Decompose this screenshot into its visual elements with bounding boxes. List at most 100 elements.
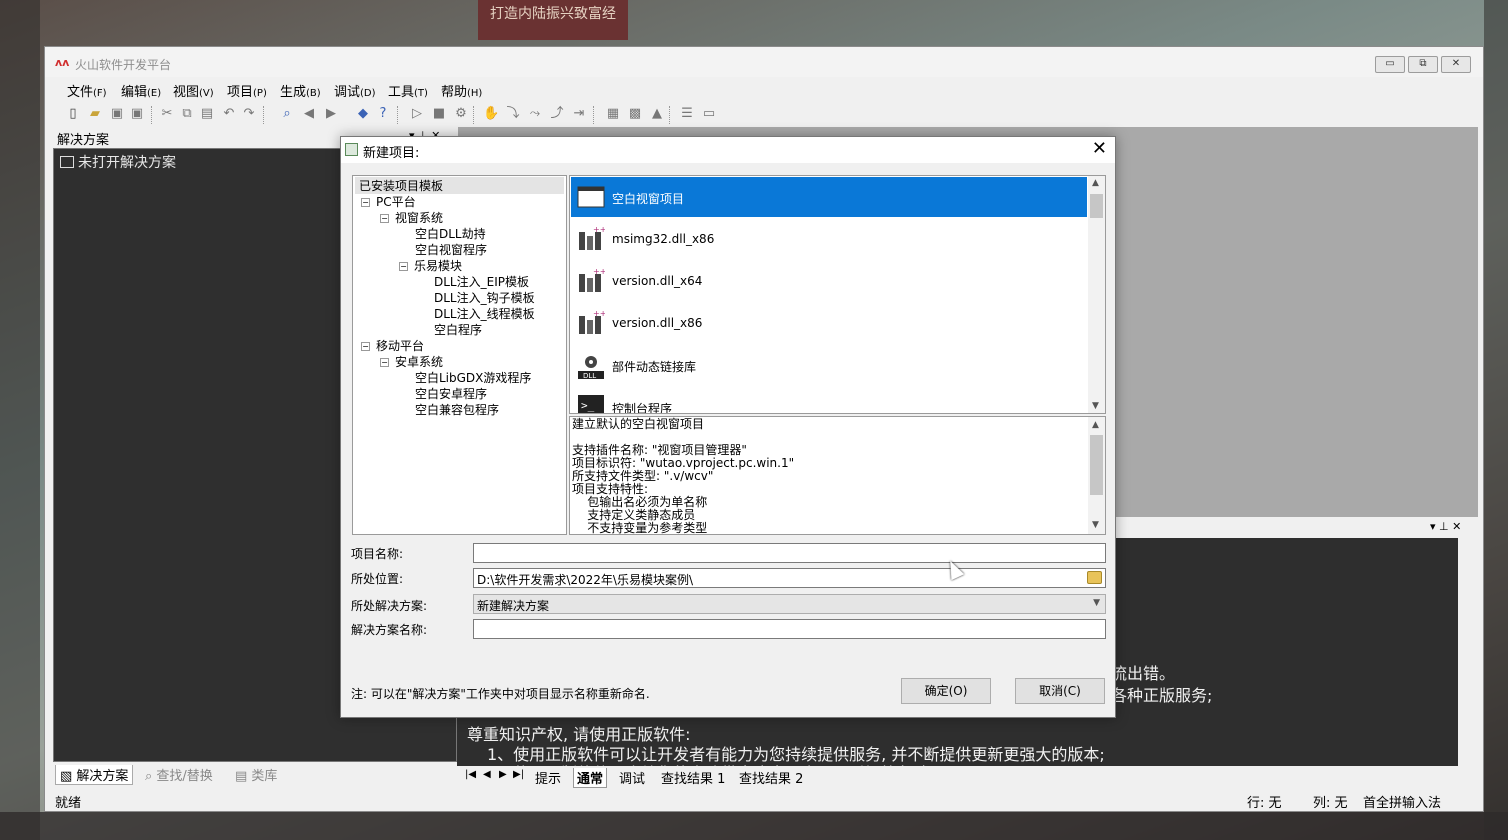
tab-find-results-2[interactable]: 查找结果 2 [739, 768, 803, 787]
collapse-icon[interactable]: − [380, 358, 389, 367]
menu-tools[interactable]: 工具(T) [388, 81, 428, 100]
last-tab-arrow-icon[interactable]: ▶| [513, 769, 524, 780]
scroll-thumb[interactable] [1090, 194, 1103, 218]
tree-node[interactable]: 空白安卓程序 [415, 385, 487, 402]
template-item[interactable]: ++ msimg32.dll_x86 [571, 219, 1087, 259]
plugin-icon: ++ [577, 225, 606, 252]
dialog-close-button[interactable]: ✕ [1092, 139, 1107, 159]
location-label: 所处位置: [351, 572, 404, 586]
forward-icon[interactable]: ▶ [323, 106, 339, 122]
layers-icon[interactable]: ◆ [355, 106, 371, 122]
stop-icon[interactable]: ■ [431, 106, 447, 122]
tree-node-label: 空白视窗程序 [415, 243, 488, 257]
solution-empty-item[interactable]: 未打开解决方案 [60, 152, 176, 172]
scroll-down-icon[interactable]: ▼ [1092, 401, 1099, 411]
template-item[interactable]: DLL 部件动态链接库 [571, 345, 1087, 385]
tree-node[interactable]: DLL注入_钩子模板 [434, 289, 535, 306]
collapse-icon[interactable]: − [380, 214, 389, 223]
menu-edit[interactable]: 编辑(E) [121, 81, 161, 100]
minimize-button[interactable]: ▭ [1375, 56, 1405, 73]
tab-solution[interactable]: ▧ 解决方案 [55, 765, 134, 785]
location-input[interactable]: D:\软件开发需求\2022年\乐易模块案例\ [473, 568, 1106, 588]
scroll-down-icon[interactable]: ▼ [1092, 519, 1099, 532]
tree-node[interactable]: 空白兼容包程序 [415, 401, 499, 418]
cut-icon[interactable]: ✂ [159, 106, 175, 122]
tree-node[interactable]: DLL注入_EIP模板 [434, 273, 529, 290]
tab-find-replace[interactable]: ⌕ 查找/替换 [145, 765, 213, 784]
description-scrollbar[interactable]: ▲ ▼ [1088, 417, 1105, 534]
open-folder-icon[interactable]: ▰ [87, 106, 103, 122]
menu-build[interactable]: 生成(B) [280, 81, 321, 100]
redo-icon[interactable]: ↷ [241, 106, 257, 122]
list-icon[interactable]: ☰ [679, 106, 695, 122]
watch-icon[interactable]: ▦ [605, 106, 621, 122]
find-icon[interactable]: ⌕ [279, 106, 295, 122]
scroll-up-icon[interactable]: ▲ [1092, 419, 1099, 432]
step-into-icon[interactable]: ⤵ [505, 106, 521, 122]
browse-folder-icon[interactable] [1087, 571, 1102, 584]
tree-root[interactable]: 已安装项目模板 [355, 177, 564, 194]
tree-node[interactable]: 空白视窗程序 [415, 241, 487, 258]
tree-node[interactable]: − 乐易模块 [399, 257, 462, 274]
collapse-icon[interactable]: − [361, 342, 370, 351]
scroll-thumb[interactable] [1090, 435, 1103, 495]
template-item[interactable]: >_ 控制台程序 [571, 387, 1087, 413]
tab-debug[interactable]: 调试 [619, 768, 645, 787]
output-panel-controls[interactable]: ▾ ⊥ ✕ [1430, 520, 1461, 533]
save-icon[interactable]: ▣ [109, 106, 125, 122]
new-file-icon[interactable]: ▯ [65, 106, 81, 122]
solution-select[interactable]: 新建解决方案 ▼ [473, 594, 1106, 614]
menu-debug[interactable]: 调试(D) [334, 81, 376, 100]
tree-node[interactable]: − PC平台 [361, 193, 416, 210]
collapse-icon[interactable]: − [361, 198, 370, 207]
copy-icon[interactable]: ⧉ [179, 106, 195, 122]
tab-library[interactable]: ▤ 类库 [235, 765, 277, 784]
tree-node[interactable]: 空白程序 [434, 321, 482, 338]
template-item[interactable]: 空白视窗项目 [571, 177, 1087, 217]
tree-node[interactable]: 空白LibGDX游戏程序 [415, 369, 531, 386]
scroll-up-icon[interactable]: ▲ [1092, 178, 1099, 188]
tree-node[interactable]: 空白DLL劫持 [415, 225, 486, 242]
rename-note: 注: 可以在"解决方案"工作夹中对项目显示名称重新命名. [351, 687, 650, 701]
hand-icon[interactable]: ✋ [483, 106, 499, 122]
run-to-cursor-icon[interactable]: ⇥ [571, 106, 587, 122]
undo-icon[interactable]: ↶ [221, 106, 237, 122]
close-window-button[interactable]: ✕ [1441, 56, 1471, 73]
template-item[interactable]: ++ version.dll_x64 [571, 261, 1087, 301]
tab-general[interactable]: 通常 [573, 768, 608, 788]
menu-view[interactable]: 视图(V) [173, 81, 214, 100]
help-icon[interactable]: ? [375, 106, 391, 122]
tree-node[interactable]: − 视窗系统 [380, 209, 443, 226]
restore-button[interactable]: ⧉ [1408, 56, 1438, 73]
menu-project[interactable]: 项目(P) [227, 81, 267, 100]
window-icon[interactable]: ▭ [701, 106, 717, 122]
output-scrollbar[interactable] [1458, 538, 1475, 766]
template-list-scrollbar[interactable]: ▲ ▼ [1088, 176, 1105, 413]
debug-icon[interactable]: ⚙ [453, 106, 469, 122]
tree-node[interactable]: − 移动平台 [361, 337, 424, 354]
collapse-icon[interactable]: − [399, 262, 408, 271]
menu-file[interactable]: 文件(F) [67, 81, 107, 100]
project-name-input[interactable] [473, 543, 1106, 563]
paste-icon[interactable]: ▤ [199, 106, 215, 122]
save-all-icon[interactable]: ▣ [129, 106, 145, 122]
first-tab-arrow-icon[interactable]: |◀ [465, 769, 476, 780]
next-tab-arrow-icon[interactable]: ▶ [499, 769, 507, 780]
menu-help[interactable]: 帮助(H) [441, 81, 482, 100]
breakpoint-icon[interactable]: ▲ [649, 106, 665, 122]
prev-tab-arrow-icon[interactable]: ◀ [483, 769, 491, 780]
tree-node[interactable]: DLL注入_线程模板 [434, 305, 535, 322]
back-icon[interactable]: ◀ [301, 106, 317, 122]
step-over-icon[interactable]: ⤳ [527, 106, 543, 122]
tab-find-results-1[interactable]: 查找结果 1 [661, 768, 725, 787]
memory-icon[interactable]: ▩ [627, 106, 643, 122]
step-out-icon[interactable]: ⤴ [549, 106, 565, 122]
solution-name-input[interactable] [473, 619, 1106, 639]
run-icon[interactable]: ▷ [409, 106, 425, 122]
cancel-button[interactable]: 取消(C) [1015, 678, 1105, 704]
ok-button[interactable]: 确定(O) [901, 678, 991, 704]
tree-node[interactable]: − 安卓系统 [380, 353, 443, 370]
svg-text:>_: >_ [581, 399, 595, 412]
template-item[interactable]: ++ version.dll_x86 [571, 303, 1087, 343]
tab-hint[interactable]: 提示 [535, 768, 561, 787]
